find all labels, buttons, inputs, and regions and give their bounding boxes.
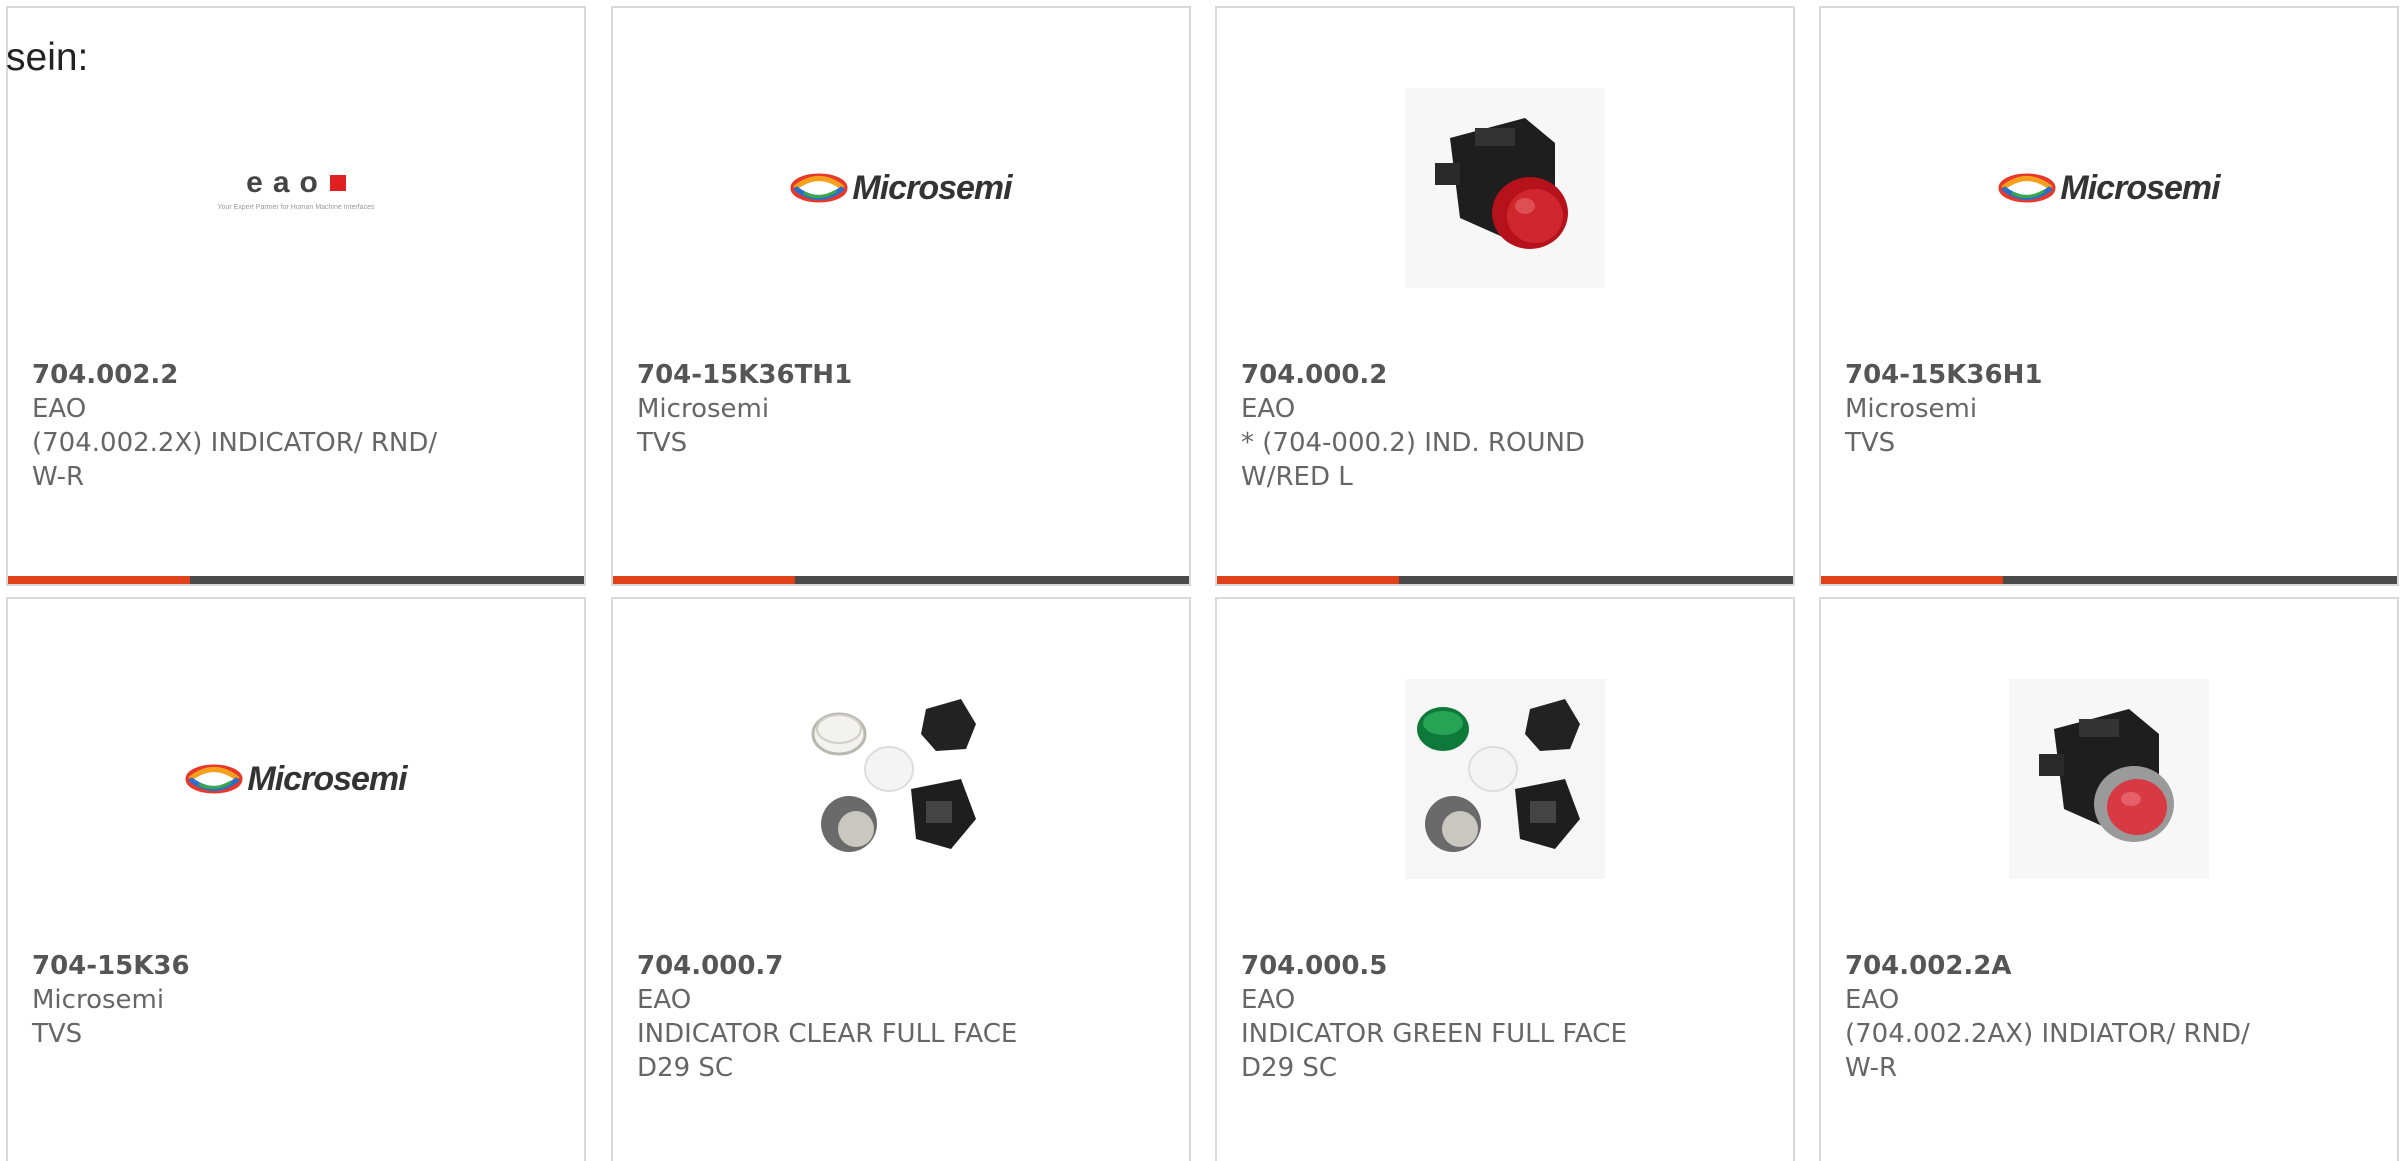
product-card[interactable]: Microsemi 704-15K36H1 Microsemi TVS — [1819, 6, 2399, 586]
red-indicator-flat-photo-icon — [2009, 679, 2209, 879]
clear-indicator-kit-photo-icon — [811, 699, 976, 852]
part-number[interactable]: 704.002.2A — [1845, 949, 2377, 983]
product-image: Microsemi — [1821, 68, 2397, 308]
product-card[interactable]: 704.000.2 EAO * (704-000.2) IND. ROUND W… — [1215, 6, 1795, 586]
manufacturer: EAO — [637, 985, 692, 1015]
product-image — [1821, 659, 2397, 899]
manufacturer: Microsemi — [637, 394, 770, 424]
card-bottom-bar — [8, 576, 584, 584]
product-image: Microsemi — [613, 68, 1189, 308]
microsemi-logo-icon: Microsemi — [185, 760, 408, 799]
manufacturer: Microsemi — [32, 985, 165, 1015]
eao-logo-icon: eao Your Expert Partner for Human Machin… — [217, 165, 375, 211]
product-image: Microsemi — [8, 659, 584, 899]
description: (704.002.2X) INDICATOR/ RND/ W-R — [32, 428, 438, 492]
part-number[interactable]: 704.002.2 — [32, 358, 564, 392]
intro-text: sein: — [6, 36, 89, 79]
product-card[interactable]: 704.000.5 EAO INDICATOR GREEN FULL FACE … — [1215, 597, 1795, 1161]
product-card[interactable]: Microsemi 704-15K36TH1 Microsemi TVS — [611, 6, 1191, 586]
product-image — [1217, 68, 1793, 308]
manufacturer: EAO — [1241, 985, 1296, 1015]
card-bottom-bar — [1217, 576, 1793, 584]
description: TVS — [637, 428, 688, 458]
card-bottom-bar — [613, 576, 1189, 584]
product-image — [613, 659, 1189, 899]
product-card[interactable]: 704.002.2A EAO (704.002.2AX) INDIATOR/ R… — [1819, 597, 2399, 1161]
description: (704.002.2AX) INDIATOR/ RND/ W-R — [1845, 1019, 2250, 1083]
part-number[interactable]: 704-15K36TH1 — [637, 358, 1169, 392]
red-indicator-photo-icon — [1405, 88, 1605, 288]
description: TVS — [1845, 428, 1896, 458]
product-card[interactable]: 704.000.7 EAO INDICATOR CLEAR FULL FACE … — [611, 597, 1191, 1161]
product-grid-page: sein: eao Your Expert Partner for Human … — [0, 0, 2400, 1161]
product-image — [1217, 659, 1793, 899]
microsemi-logo-icon: Microsemi — [1998, 169, 2221, 208]
microsemi-logo-icon: Microsemi — [790, 169, 1013, 208]
manufacturer: EAO — [32, 394, 87, 424]
green-indicator-kit-photo-icon — [1405, 679, 1605, 879]
description: TVS — [32, 1019, 83, 1049]
manufacturer: EAO — [1845, 985, 1900, 1015]
part-number[interactable]: 704-15K36 — [32, 949, 564, 983]
part-number[interactable]: 704.000.2 — [1241, 358, 1773, 392]
part-number[interactable]: 704.000.5 — [1241, 949, 1773, 983]
product-card[interactable]: eao Your Expert Partner for Human Machin… — [6, 6, 586, 586]
manufacturer: EAO — [1241, 394, 1296, 424]
product-image: eao Your Expert Partner for Human Machin… — [8, 68, 584, 308]
manufacturer: Microsemi — [1845, 394, 1978, 424]
product-card[interactable]: Microsemi 704-15K36 Microsemi TVS — [6, 597, 586, 1161]
part-number[interactable]: 704-15K36H1 — [1845, 358, 2377, 392]
description: INDICATOR GREEN FULL FACE D29 SC — [1241, 1019, 1627, 1083]
card-bottom-bar — [1821, 576, 2397, 584]
description: INDICATOR CLEAR FULL FACE D29 SC — [637, 1019, 1018, 1083]
description: * (704-000.2) IND. ROUND W/RED L — [1241, 428, 1585, 492]
part-number[interactable]: 704.000.7 — [637, 949, 1169, 983]
